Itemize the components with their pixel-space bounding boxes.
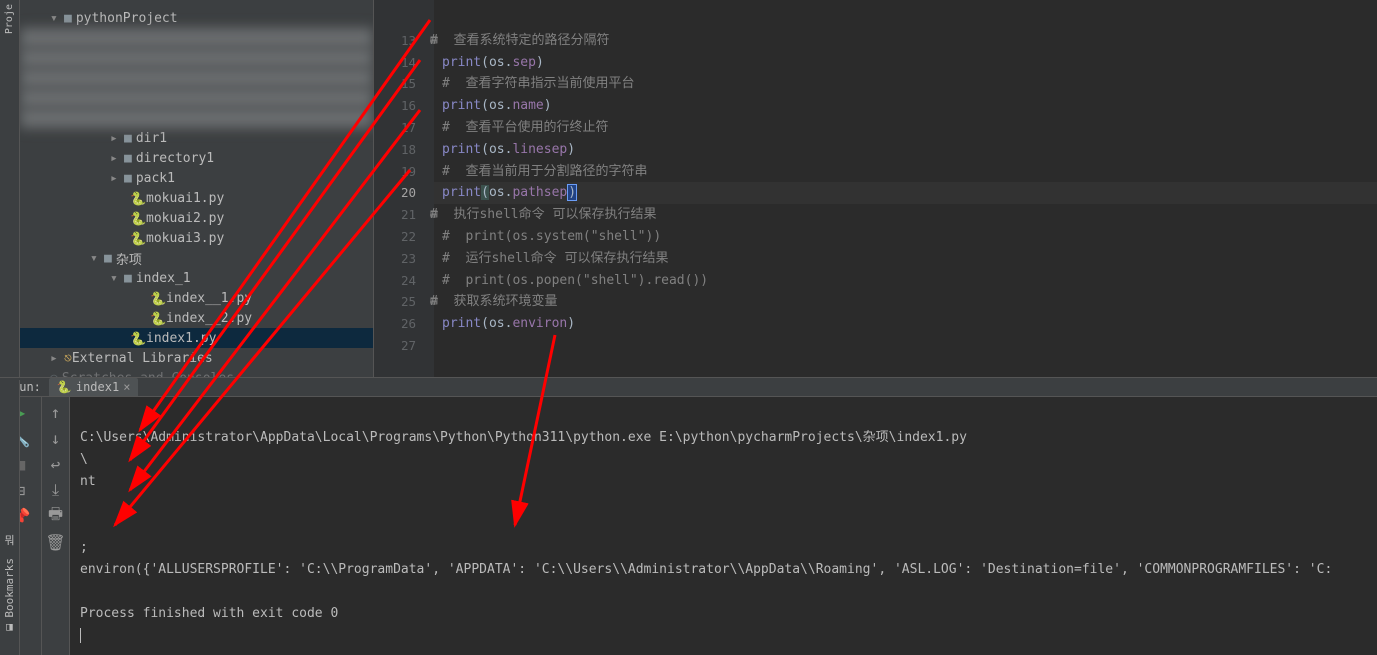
tree-label: mokuai1.py: [146, 191, 224, 206]
down-arrow-icon[interactable]: ↓: [47, 429, 65, 447]
tree-label: index1.py: [146, 331, 216, 346]
code-editor[interactable]: 1314 1516 1718 1920 2122 2324 2526 27 ⊟#…: [374, 0, 1377, 377]
tree-file[interactable]: 🐍 mokuai3.py: [20, 228, 373, 248]
tree-dir[interactable]: ▸■ dir1: [20, 128, 373, 148]
tree-blurred-item: [20, 108, 373, 128]
console-output[interactable]: C:\Users\Administrator\AppData\Local\Pro…: [70, 397, 1377, 655]
scroll-icon[interactable]: ⤓: [47, 481, 65, 499]
tree-label: 杂项: [116, 249, 142, 268]
tree-external-libs[interactable]: ▸⎋ External Libraries: [20, 348, 373, 368]
tree-label: index_1: [136, 271, 191, 286]
tree-dir[interactable]: ▸■ pack1: [20, 168, 373, 188]
run-tab-label: index1: [76, 380, 119, 394]
comment: # 查看当前用于分割路径的字符串: [442, 164, 647, 179]
folder-icon: ■: [64, 11, 72, 26]
python-file-icon: 🐍: [130, 232, 142, 244]
tree-label: Scratches and Consoles: [62, 371, 234, 378]
project-tree[interactable]: ▾ ■ pythonProject pycharmPro s ▸■dir1 ▸■…: [20, 0, 374, 377]
chevron-down-icon: ▾: [90, 251, 104, 266]
up-arrow-icon[interactable]: ↑: [47, 403, 65, 421]
close-icon[interactable]: ×: [123, 380, 130, 394]
tree-file-selected[interactable]: 🐍 index1.py: [20, 328, 373, 348]
comment: # 查看平台使用的行终止符: [442, 120, 608, 135]
tree-blurred-item: pycharmPro: [20, 28, 373, 48]
chevron-right-icon: ▸: [110, 131, 124, 146]
folder-icon: ■: [124, 151, 132, 166]
run-header: Run: 🐍 index1 ×: [0, 377, 1377, 397]
project-rail-label: Proje: [4, 4, 15, 34]
tree-label: index__1.py: [166, 291, 252, 306]
tree-label: pythonProject: [76, 11, 178, 26]
console-line: Process finished with exit code 0: [80, 606, 338, 621]
tree-label: directory1: [136, 151, 214, 166]
run-toolbar-secondary: ↑ ↓ ↩ ⤓ 🖶 🗑: [42, 397, 70, 655]
tree-root[interactable]: ▾ ■ pythonProject: [20, 8, 373, 28]
console-line: C:\Users\Administrator\AppData\Local\Pro…: [80, 430, 967, 445]
tree-dir[interactable]: ▾■ index_1: [20, 268, 373, 288]
tree-blurred-item: [20, 88, 373, 108]
console-line: nt: [80, 474, 96, 489]
biz-label[interactable]: 뭐: [4, 532, 14, 548]
tree-blurred-item: s: [20, 48, 373, 68]
console-line: environ({'ALLUSERSPROFILE': 'C:\\Program…: [80, 562, 1332, 577]
code-body[interactable]: ⊟# 查看系统特定的路径分隔符 print(os.sep) # 查看字符串指示当…: [434, 0, 1377, 377]
python-file-icon: 🐍: [150, 312, 162, 324]
tree-label: mokuai2.py: [146, 211, 224, 226]
tree-file[interactable]: 🐍 index__1.py: [20, 288, 373, 308]
print-icon[interactable]: 🖶: [47, 507, 65, 525]
folder-icon: ■: [104, 251, 112, 266]
comment: # print(os.system("shell")): [442, 229, 661, 244]
tree-scratches[interactable]: ◎ Scratches and Consoles: [20, 368, 373, 377]
bookmarks-button[interactable]: ◧Bookmarks: [3, 558, 16, 635]
console-line: \: [80, 452, 88, 467]
chevron-right-icon: ▸: [110, 151, 124, 166]
folder-icon: ■: [124, 171, 132, 186]
tree-label: mokuai3.py: [146, 231, 224, 246]
comment: # 查看字符串指示当前使用平台: [442, 76, 634, 91]
comment: # 执行shell命令 可以保存执行结果: [430, 207, 656, 222]
comment: # 运行shell命令 可以保存执行结果: [442, 251, 668, 266]
python-file-icon: 🐍: [130, 332, 142, 344]
trash-icon[interactable]: 🗑: [47, 533, 65, 551]
comment: # 查看系统特定的路径分隔符: [430, 33, 609, 48]
line-gutter: 1314 1516 1718 1920 2122 2324 2526 27: [374, 0, 434, 377]
comment: # print(os.popen("shell").read()): [442, 273, 708, 288]
tree-blurred-item: [20, 68, 373, 88]
project-tool-rail[interactable]: Proje: [0, 0, 20, 377]
python-file-icon: 🐍: [130, 212, 142, 224]
bookmark-icon: ◧: [3, 622, 16, 635]
tree-dir[interactable]: ▸■ directory1: [20, 148, 373, 168]
folder-icon: ■: [124, 271, 132, 286]
tree-label: pack1: [136, 171, 175, 186]
chevron-right-icon: ▸: [110, 171, 124, 186]
tree-dir[interactable]: ▾■ 杂项: [20, 248, 373, 268]
tree-file[interactable]: 🐍 index__2.py: [20, 308, 373, 328]
chevron-down-icon: ▾: [110, 271, 124, 286]
python-file-icon: 🐍: [57, 380, 72, 394]
python-file-icon: 🐍: [150, 292, 162, 304]
tree-label: External Libraries: [72, 351, 213, 366]
run-tab[interactable]: 🐍 index1 ×: [49, 378, 139, 396]
libraries-icon: ⎋: [64, 351, 72, 366]
chevron-right-icon: ▸: [50, 351, 64, 366]
tree-file[interactable]: 🐍 mokuai1.py: [20, 188, 373, 208]
soft-wrap-icon[interactable]: ↩: [47, 455, 65, 473]
run-tool-window: Run: 🐍 index1 × ▶ 🔧 ■ ⊟ 📌 ↑ ↓ ↩ ⤓ 🖶 🗑 C:…: [0, 377, 1377, 655]
python-file-icon: 🐍: [130, 192, 142, 204]
tree-file[interactable]: 🐍 mokuai2.py: [20, 208, 373, 228]
tree-label: index__2.py: [166, 311, 252, 326]
comment: # 获取系统环境变量: [430, 294, 557, 309]
console-line: ;: [80, 540, 88, 555]
chevron-down-icon: ▾: [50, 11, 64, 26]
left-bottom-rail: 뭐 ◧Bookmarks: [0, 380, 20, 655]
tree-label: dir1: [136, 131, 167, 146]
scratches-icon: ◎: [50, 371, 58, 378]
folder-icon: ■: [124, 131, 132, 146]
